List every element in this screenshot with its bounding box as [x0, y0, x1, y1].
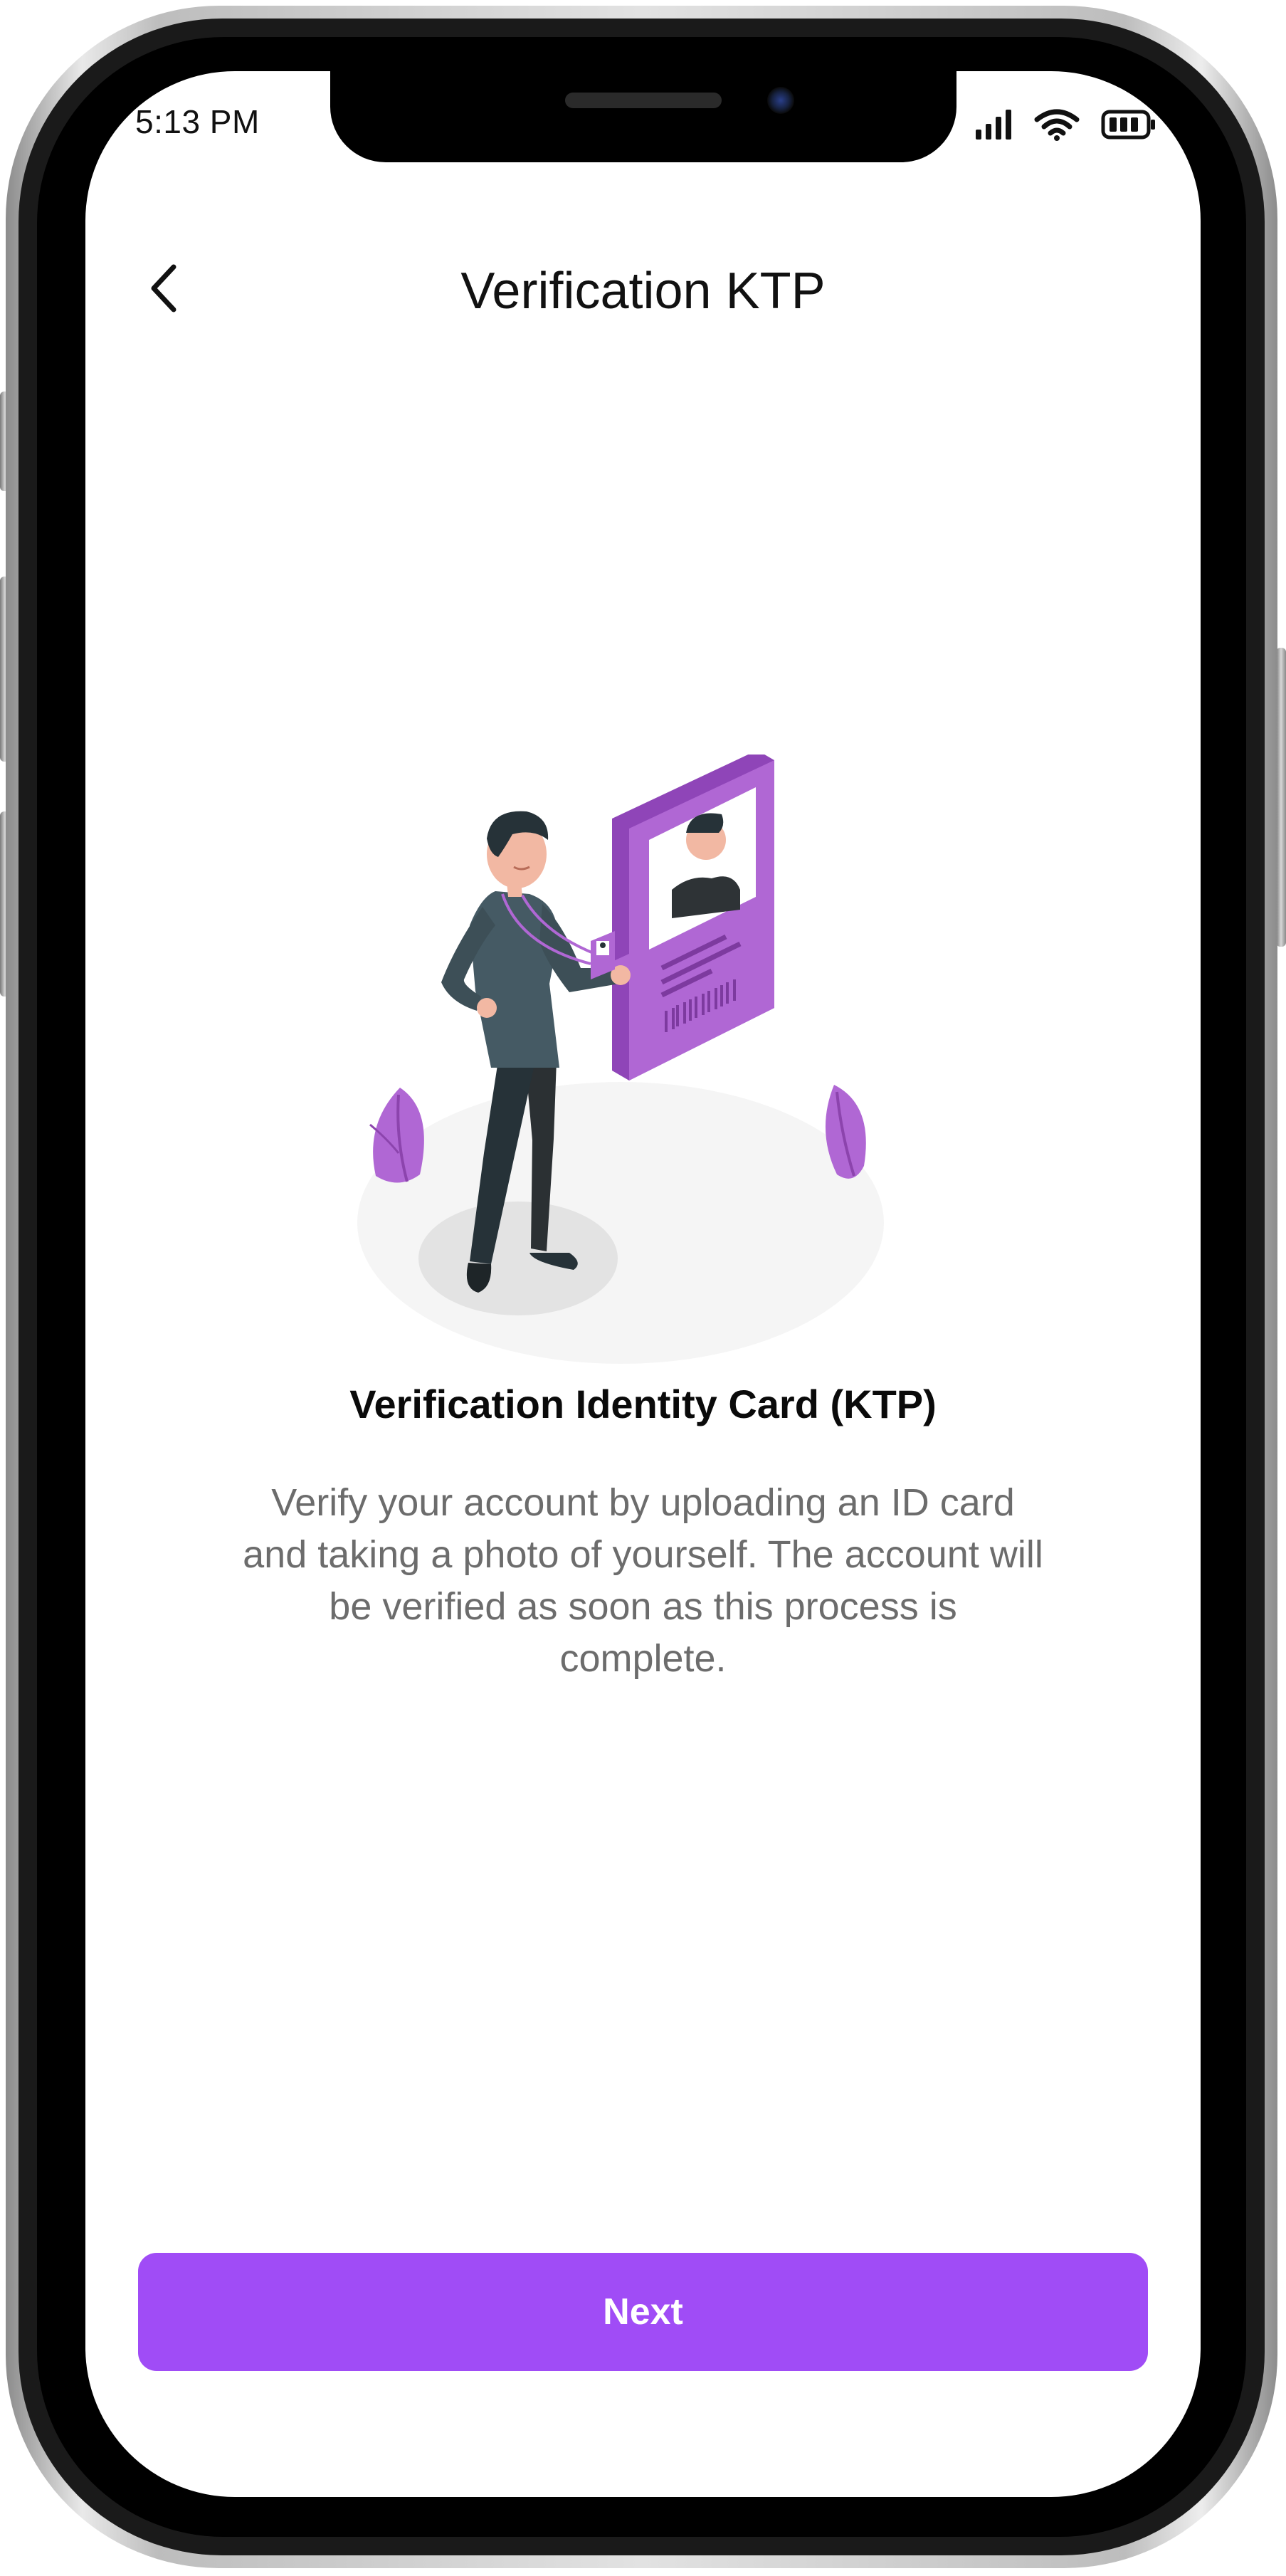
- battery-icon: [1101, 109, 1156, 144]
- speaker-grille: [565, 93, 722, 108]
- cellular-signal-icon: [974, 108, 1013, 144]
- power-button: [1276, 648, 1286, 947]
- next-button[interactable]: Next: [138, 2253, 1148, 2371]
- notch: [330, 71, 956, 162]
- phone-mockup: 5:13 PM Verification KTP Verification Id…: [0, 0, 1286, 2576]
- screen: 5:13 PM Verification KTP Verification Id…: [85, 71, 1201, 2497]
- id-card-verification-illustration: [357, 755, 884, 1364]
- status-time: 5:13 PM: [135, 103, 260, 140]
- front-camera: [767, 87, 794, 114]
- left-plant-icon: [369, 1088, 424, 1183]
- wifi-icon: [1034, 108, 1080, 144]
- header: Verification KTP: [85, 249, 1201, 327]
- status-icons: [974, 108, 1156, 144]
- id-card-board: [595, 755, 774, 1081]
- page-title: Verification KTP: [460, 263, 826, 320]
- info-title: Verification Identity Card (KTP): [349, 1382, 937, 1426]
- info-description: Verify your account by uploading an ID c…: [243, 1481, 1043, 1680]
